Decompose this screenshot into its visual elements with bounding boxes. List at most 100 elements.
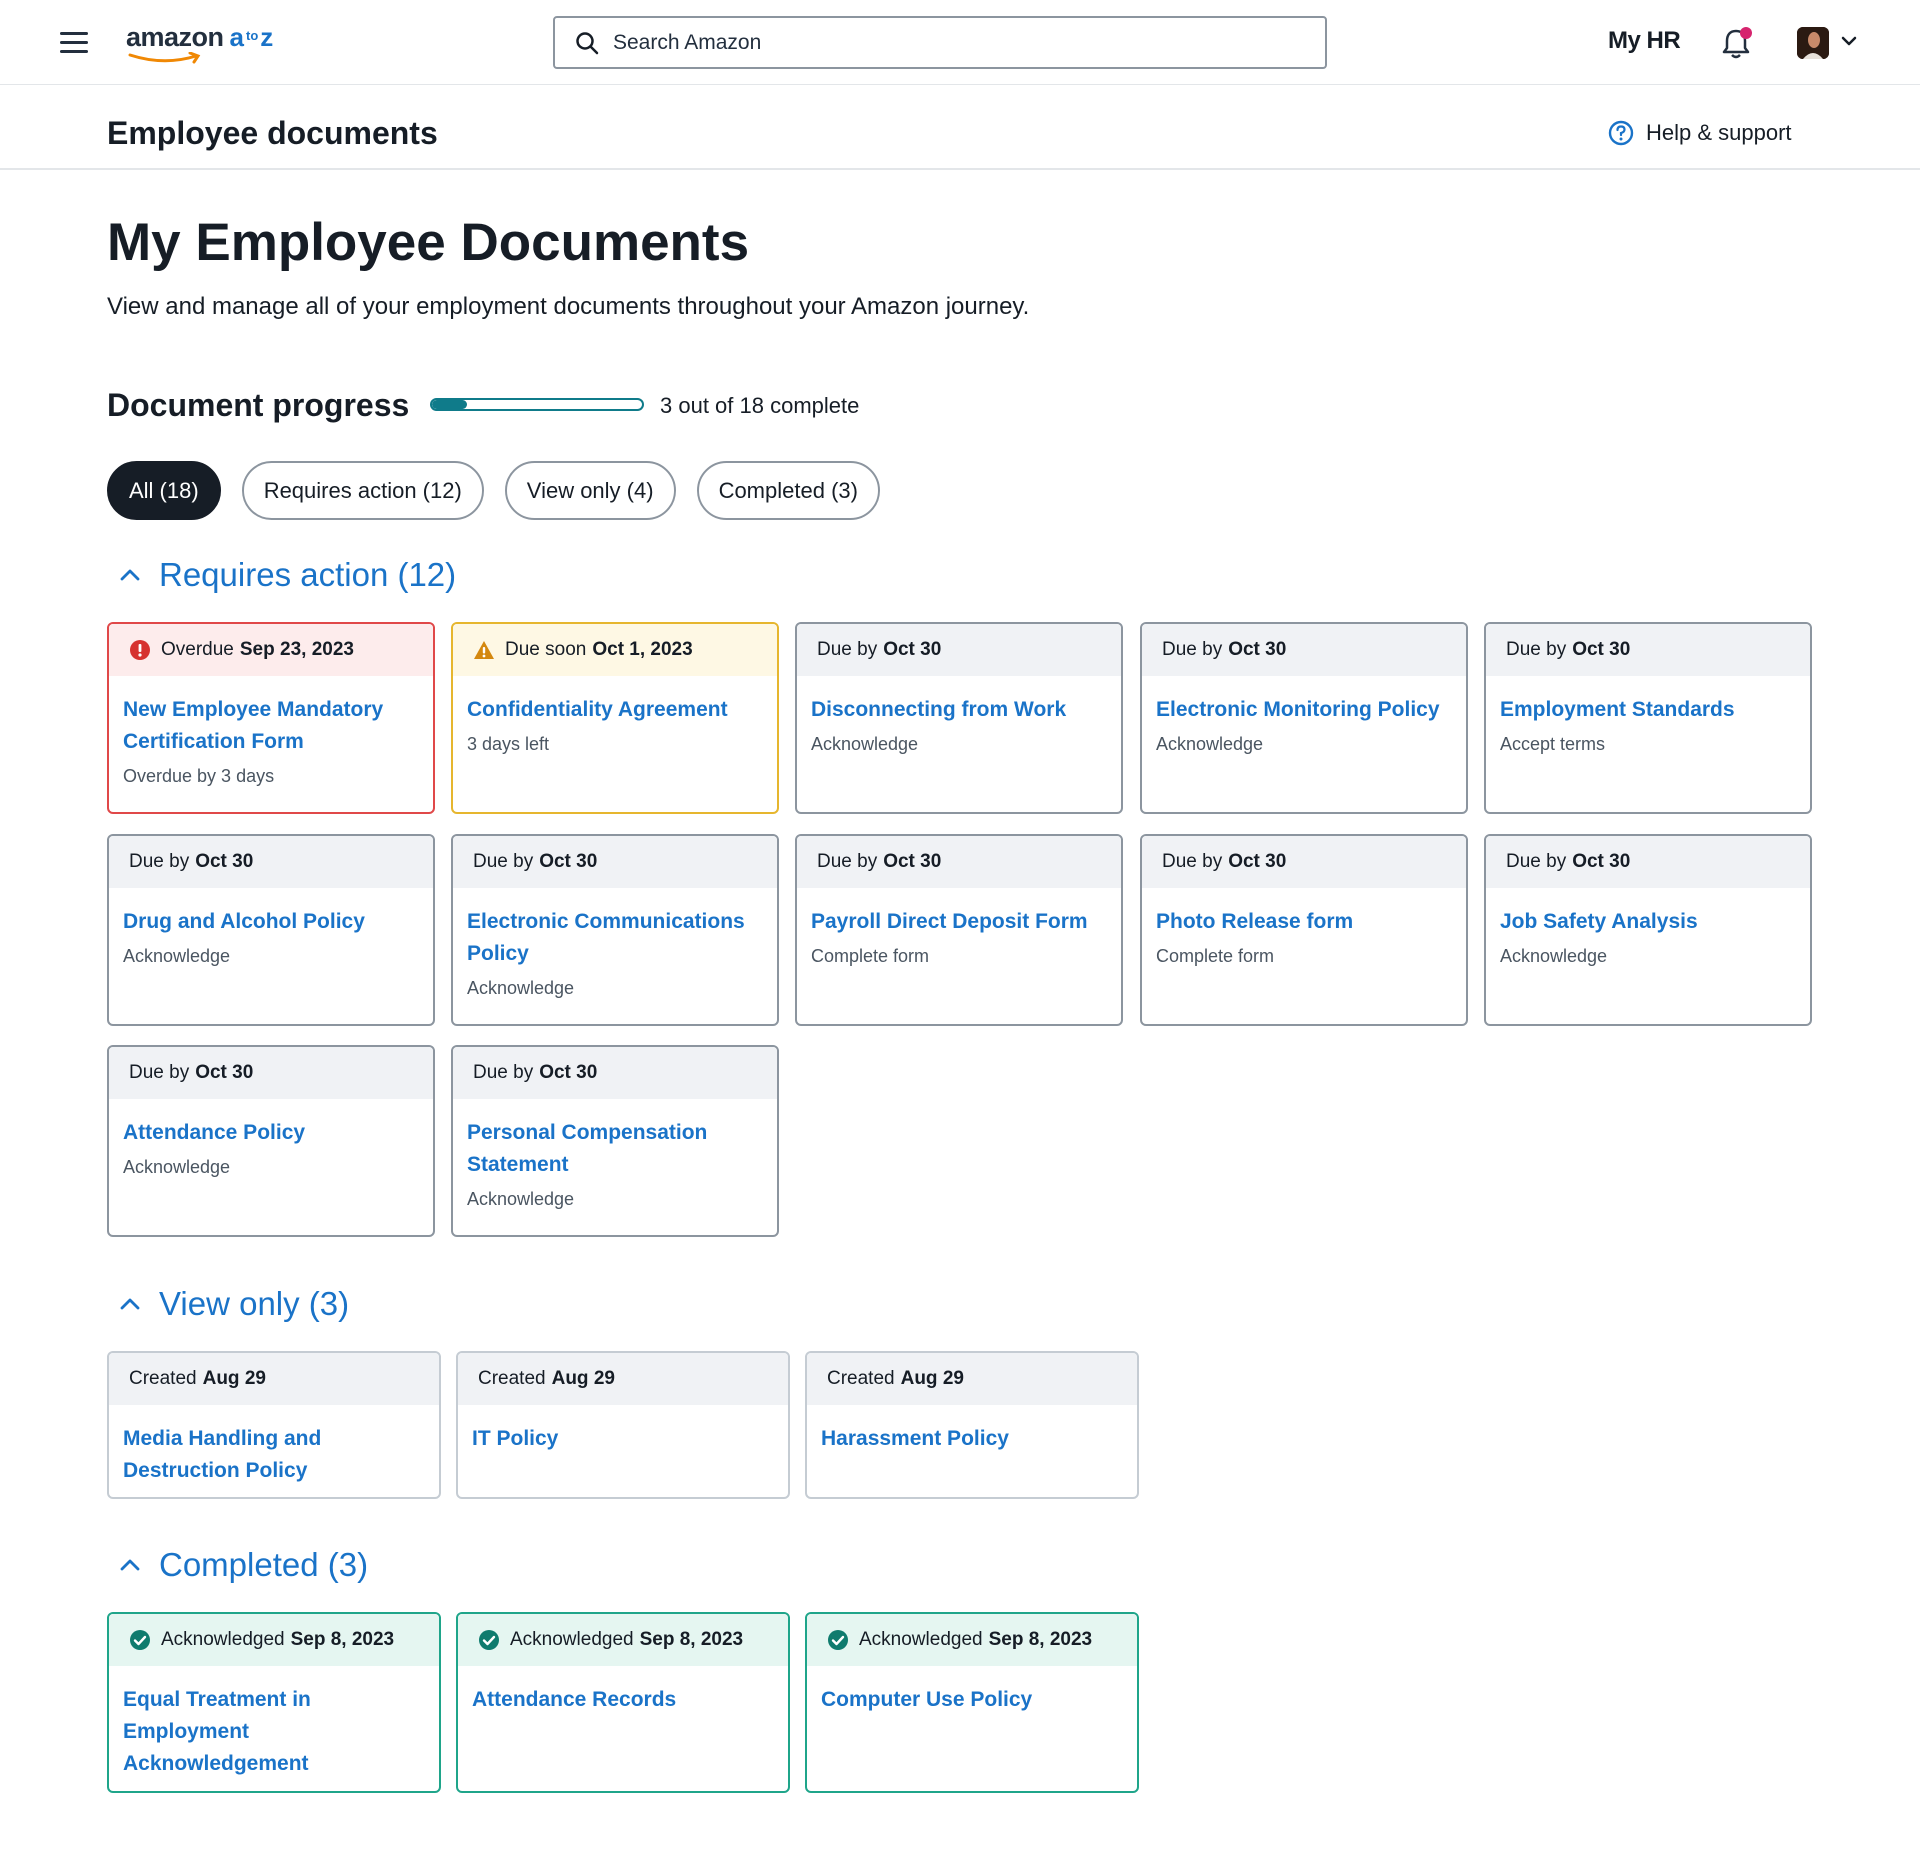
- section-completed-toggle[interactable]: Completed (3): [107, 1546, 368, 1584]
- card-status: Due by Oct 30: [1142, 836, 1466, 888]
- document-title-link[interactable]: Electronic Monitoring Policy: [1142, 676, 1466, 726]
- document-title-link[interactable]: Computer Use Policy: [807, 1666, 1137, 1716]
- progress-bar: [430, 398, 644, 411]
- card-status: Due by Oct 30: [453, 836, 777, 888]
- card-status: Due by Oct 30: [1486, 836, 1810, 888]
- document-subtitle: Acknowledge: [123, 1157, 231, 1177]
- document-title-link[interactable]: Employment Standards: [1486, 676, 1810, 726]
- section-label: Requires action (12): [159, 556, 457, 593]
- document-subtitle: Complete form: [1156, 946, 1275, 966]
- document-card[interactable]: Created Aug 29 IT Policy: [456, 1351, 790, 1499]
- document-card[interactable]: Due soon Oct 1, 2023 Confidentiality Agre…: [451, 622, 779, 814]
- document-title-link[interactable]: Photo Release form: [1142, 888, 1466, 938]
- my-hr-link[interactable]: My HR: [1608, 27, 1681, 55]
- logo-smile-icon: [128, 52, 201, 64]
- logo-atoz: a toz: [229, 22, 274, 52]
- card-status: Due by Oct 30: [109, 836, 433, 888]
- document-card[interactable]: Due by Oct 30 Disconnecting from Work Ack…: [795, 622, 1123, 814]
- help-icon: [1608, 120, 1634, 146]
- document-title-link[interactable]: Disconnecting from Work: [797, 676, 1121, 726]
- document-title-link[interactable]: Confidentiality Agreement: [453, 676, 777, 726]
- document-subtitle: Overdue by 3 days: [123, 766, 275, 786]
- check-circle-icon: [479, 1630, 499, 1650]
- section-view-only-toggle[interactable]: View only (3): [107, 1285, 349, 1323]
- document-card[interactable]: Due by Oct 30 Personal Compensation State…: [451, 1045, 779, 1237]
- card-status: Acknowledged Sep 8, 2023: [807, 1614, 1137, 1666]
- document-title-link[interactable]: Personal Compensation Statement: [453, 1099, 777, 1181]
- document-card[interactable]: Due by Oct 30 Drug and Alcohol Policy Ack…: [107, 834, 435, 1026]
- document-title-link[interactable]: Harassment Policy: [807, 1405, 1137, 1455]
- document-card[interactable]: Acknowledged Sep 8, 2023 Attendance Recor…: [456, 1612, 790, 1793]
- menu-icon[interactable]: [60, 32, 88, 54]
- section-label: Completed (3): [159, 1546, 369, 1583]
- card-status: Created Aug 29: [109, 1353, 439, 1405]
- filter-completed[interactable]: Completed (3): [696, 461, 880, 520]
- progress-fill: [432, 400, 467, 409]
- document-subtitle: Acknowledge: [811, 734, 919, 754]
- warning-icon: [474, 641, 494, 659]
- card-status: Due by Oct 30: [1142, 624, 1466, 676]
- document-title-link[interactable]: New Employee Mandatory Certification For…: [109, 676, 433, 758]
- document-card[interactable]: Acknowledged Sep 8, 2023 Equal Treatment …: [107, 1612, 441, 1793]
- avatar[interactable]: [1797, 27, 1829, 59]
- logo-word: amazon: [126, 22, 224, 52]
- document-card[interactable]: Due by Oct 30 Employment Standards Accept…: [1484, 622, 1812, 814]
- document-card[interactable]: Due by Oct 30 Photo Release form Complete…: [1140, 834, 1468, 1026]
- card-status: Acknowledged Sep 8, 2023: [109, 1614, 439, 1666]
- help-label: Help & support: [1646, 120, 1792, 145]
- document-card[interactable]: Created Aug 29 Media Handling and Destruc…: [107, 1351, 441, 1499]
- document-title-link[interactable]: Drug and Alcohol Policy: [109, 888, 433, 938]
- notification-bell-icon[interactable]: [1720, 26, 1752, 60]
- document-title-link[interactable]: Media Handling and Destruction Policy: [109, 1405, 439, 1487]
- search-icon: [576, 31, 599, 54]
- page-title: My Employee Documents: [107, 213, 750, 272]
- card-status: Overdue Sep 23, 2023: [109, 624, 433, 676]
- help-support-link[interactable]: Help & support: [1608, 120, 1792, 146]
- document-card[interactable]: Due by Oct 30 Attendance Policy Acknowled…: [107, 1045, 435, 1237]
- card-status: Created Aug 29: [458, 1353, 788, 1405]
- document-subtitle: 3 days left: [467, 734, 550, 754]
- card-status: Due by Oct 30: [797, 624, 1121, 676]
- check-circle-icon: [130, 1630, 150, 1650]
- section-requires-action-toggle[interactable]: Requires action (12): [107, 556, 456, 594]
- document-title-link[interactable]: IT Policy: [458, 1405, 788, 1455]
- document-title-link[interactable]: Payroll Direct Deposit Form: [797, 888, 1121, 938]
- filter-view-only[interactable]: View only (4): [504, 461, 676, 520]
- document-card[interactable]: Created Aug 29 Harassment Policy: [805, 1351, 1139, 1499]
- document-subtitle: Acknowledge: [1156, 734, 1264, 754]
- card-status: Due by Oct 30: [797, 836, 1121, 888]
- document-title-link[interactable]: Job Safety Analysis: [1486, 888, 1810, 938]
- chevron-up-icon: [120, 1559, 140, 1571]
- document-card[interactable]: Due by Oct 30 Job Safety Analysis Acknowl…: [1484, 834, 1812, 1026]
- search-placeholder: Search Amazon: [613, 30, 762, 54]
- search-input[interactable]: Search Amazon: [553, 16, 1327, 69]
- section-label: View only (3): [159, 1285, 350, 1322]
- document-card[interactable]: Due by Oct 30 Payroll Direct Deposit Form…: [795, 834, 1123, 1026]
- document-subtitle: Accept terms: [1500, 734, 1606, 754]
- document-card[interactable]: Due by Oct 30 Electronic Communications P…: [451, 834, 779, 1026]
- document-title-link[interactable]: Electronic Communications Policy: [453, 888, 777, 970]
- page-description: View and manage all of your employment d…: [107, 293, 1030, 320]
- document-subtitle: Acknowledge: [467, 978, 575, 998]
- alert-error-icon: [130, 640, 150, 660]
- card-status: Acknowledged Sep 8, 2023: [458, 1614, 788, 1666]
- document-card[interactable]: Overdue Sep 23, 2023 New Employee Mandato…: [107, 622, 435, 814]
- chevron-down-icon[interactable]: [1841, 35, 1857, 47]
- filter-requires-action[interactable]: Requires action (12): [241, 461, 484, 520]
- document-subtitle: Acknowledge: [123, 946, 231, 966]
- chevron-up-icon: [120, 569, 140, 581]
- filter-all[interactable]: All (18): [107, 461, 221, 520]
- card-status: Created Aug 29: [807, 1353, 1137, 1405]
- card-status: Due soon Oct 1, 2023: [453, 624, 777, 676]
- amazon-atoz-logo[interactable]: amazon a toz: [126, 22, 274, 64]
- document-title-link[interactable]: Equal Treatment in Employment Acknowledg…: [109, 1666, 439, 1780]
- document-card[interactable]: Acknowledged Sep 8, 2023 Computer Use Pol…: [805, 1612, 1139, 1793]
- progress-text: 3 out of 18 complete: [660, 393, 860, 418]
- check-circle-icon: [828, 1630, 848, 1650]
- document-card[interactable]: Due by Oct 30 Electronic Monitoring Polic…: [1140, 622, 1468, 814]
- document-title-link[interactable]: Attendance Records: [458, 1666, 788, 1716]
- card-status: Due by Oct 30: [109, 1047, 433, 1099]
- progress-title: Document progress: [107, 387, 410, 423]
- section-title: Employee documents: [107, 115, 438, 151]
- document-title-link[interactable]: Attendance Policy: [109, 1099, 433, 1149]
